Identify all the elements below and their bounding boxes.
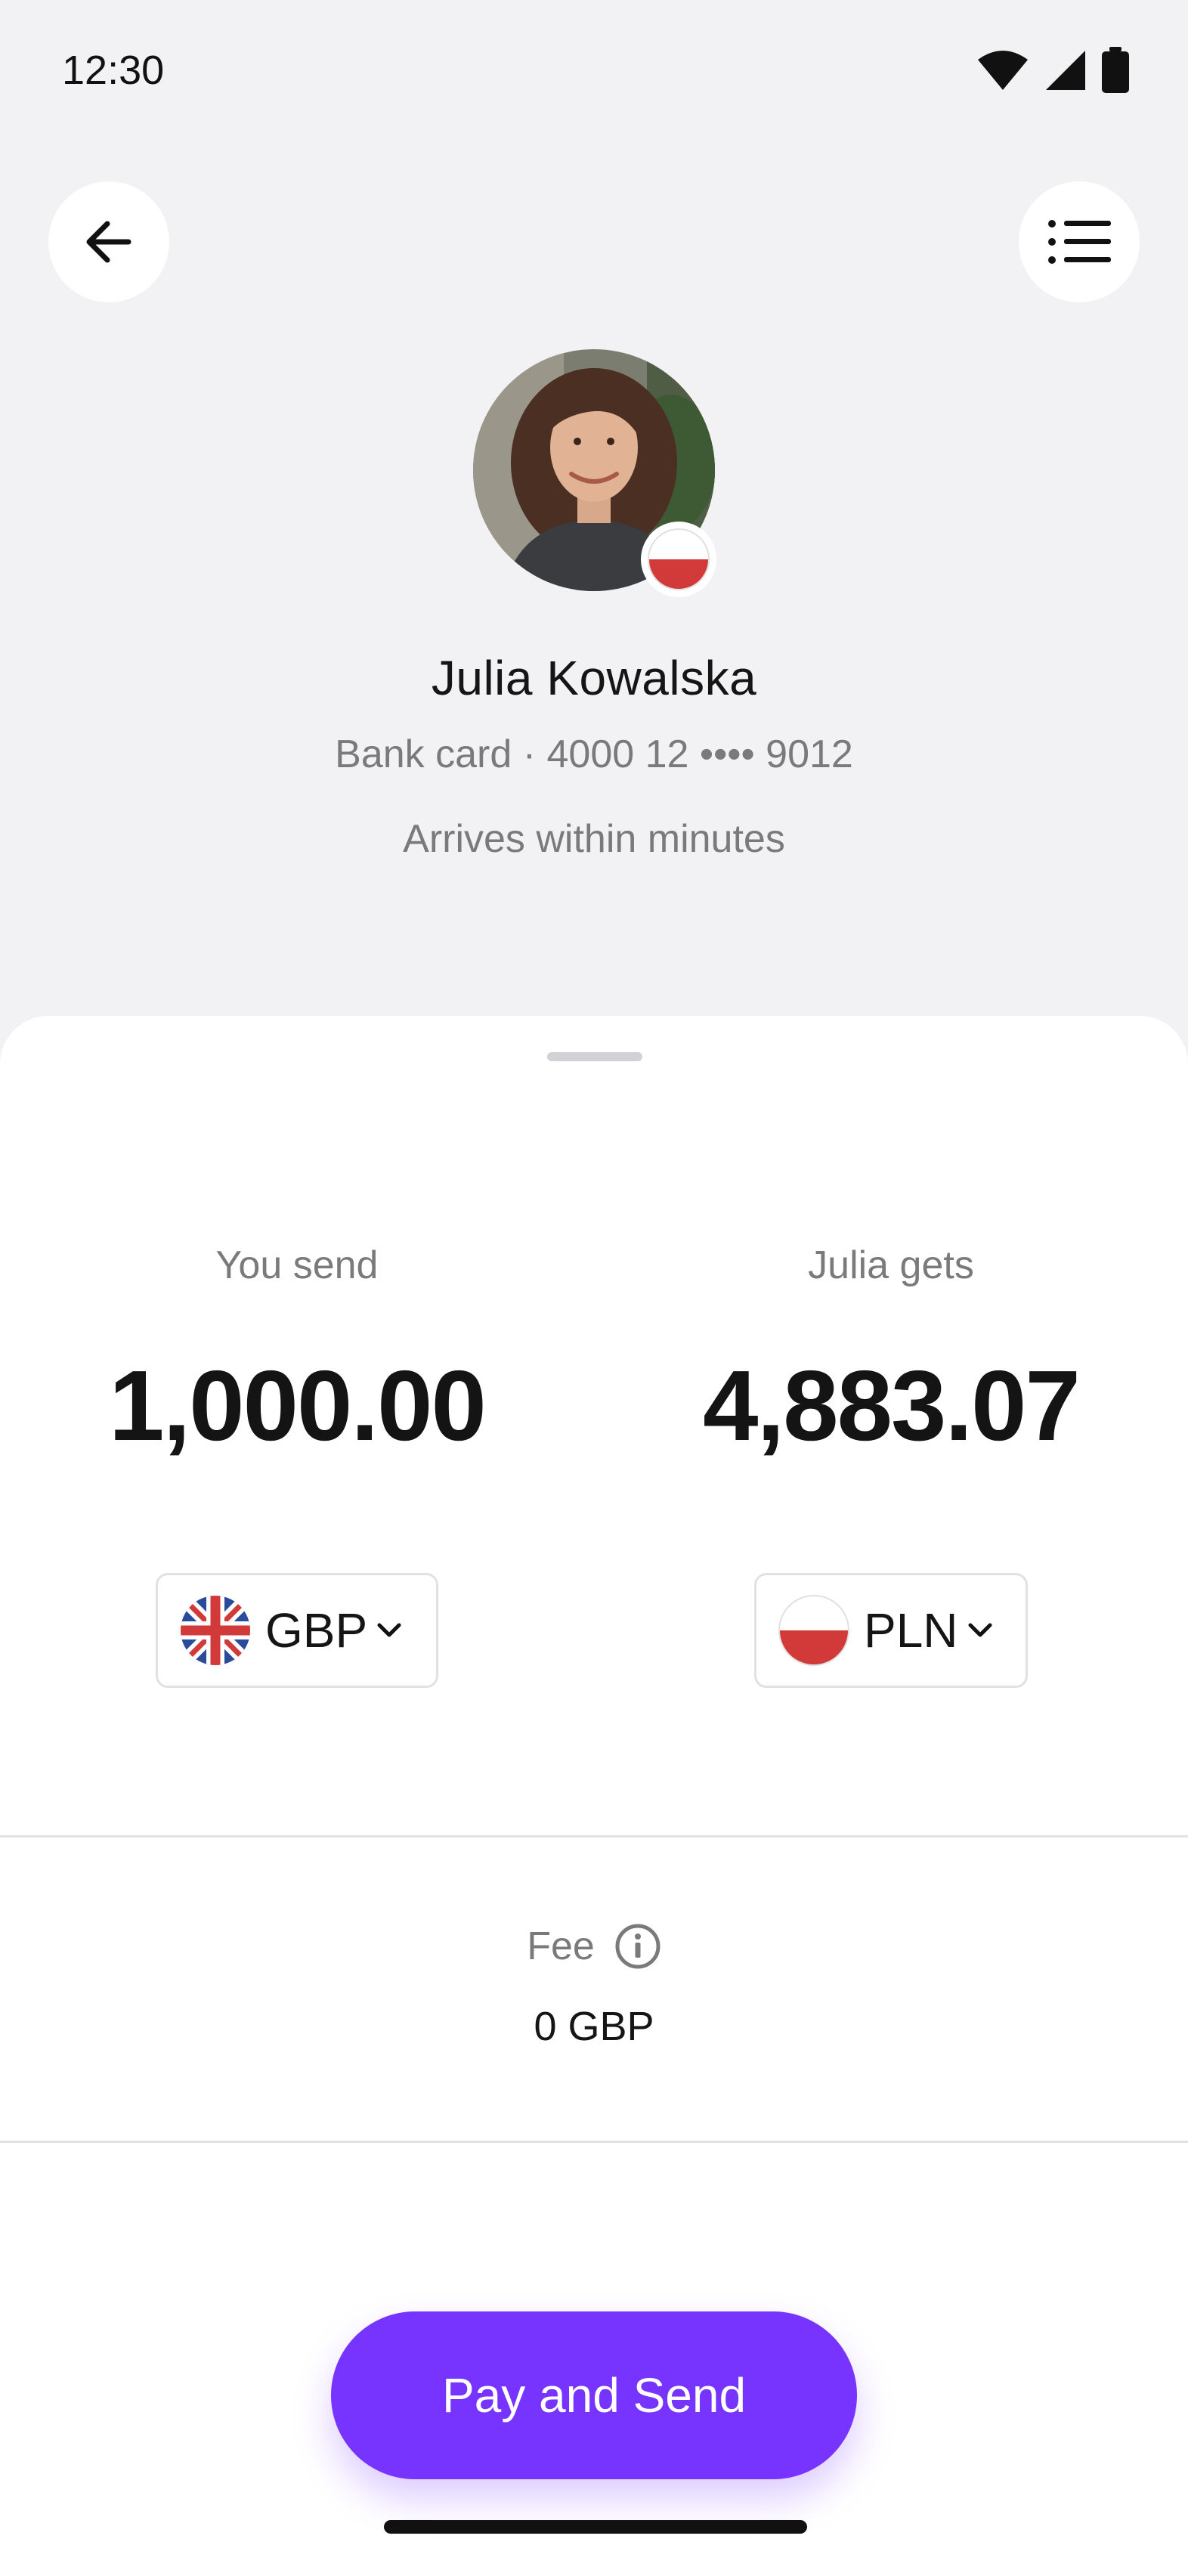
back-button[interactable]: [48, 181, 169, 302]
sheet-drag-handle[interactable]: [547, 1052, 642, 1061]
receive-amount-column: Julia gets 4,883.07: [594, 1243, 1188, 1463]
pay-and-send-button[interactable]: Pay and Send: [331, 2311, 857, 2479]
receive-currency-selector[interactable]: PLN: [754, 1573, 1028, 1688]
recipient-card-details: Bank card · 4000 12 •••• 9012: [335, 732, 853, 776]
recipient-country-flag-badge: [641, 522, 716, 597]
divider: [0, 1835, 1188, 1838]
fee-value: 0 GBP: [534, 2004, 654, 2049]
info-icon[interactable]: [614, 1923, 661, 1970]
send-amount-input[interactable]: 1,000.00: [0, 1348, 594, 1463]
list-menu-button[interactable]: [1019, 181, 1140, 302]
divider: [0, 2141, 1188, 2143]
receive-amount-input[interactable]: 4,883.07: [594, 1348, 1188, 1463]
status-bar: 12:30: [0, 0, 1188, 144]
fee-label: Fee: [527, 1924, 595, 1968]
status-icons: [976, 47, 1131, 94]
fee-row: Fee: [0, 1923, 1188, 1970]
chevron-down-icon: [377, 1623, 401, 1637]
uk-flag-icon: [181, 1596, 250, 1665]
poland-flag-icon: [648, 528, 710, 590]
battery-icon: [1102, 47, 1129, 93]
send-currency-code: GBP: [265, 1603, 368, 1658]
chevron-down-icon: [968, 1623, 992, 1637]
recipient-avatar-container: [473, 349, 716, 597]
wifi-icon: [978, 51, 1028, 90]
list-icon: [1048, 220, 1111, 264]
poland-flag-icon: [778, 1595, 849, 1666]
status-time: 12:30: [62, 48, 165, 93]
transfer-sheet: You send 1,000.00 Julia gets 4,883.07 GB…: [0, 1016, 1188, 2576]
recipient-name: Julia Kowalska: [431, 651, 757, 705]
arrow-left-icon: [86, 221, 131, 263]
send-currency-selector[interactable]: GBP: [156, 1573, 438, 1688]
receive-currency-code: PLN: [864, 1603, 958, 1658]
home-indicator[interactable]: [384, 2520, 807, 2534]
send-label: You send: [215, 1243, 379, 1287]
send-amount-column: You send 1,000.00: [0, 1243, 594, 1463]
delivery-estimate: Arrives within minutes: [403, 817, 785, 861]
cellular-signal-icon: [1046, 51, 1085, 90]
receive-label: Julia gets: [808, 1243, 974, 1287]
